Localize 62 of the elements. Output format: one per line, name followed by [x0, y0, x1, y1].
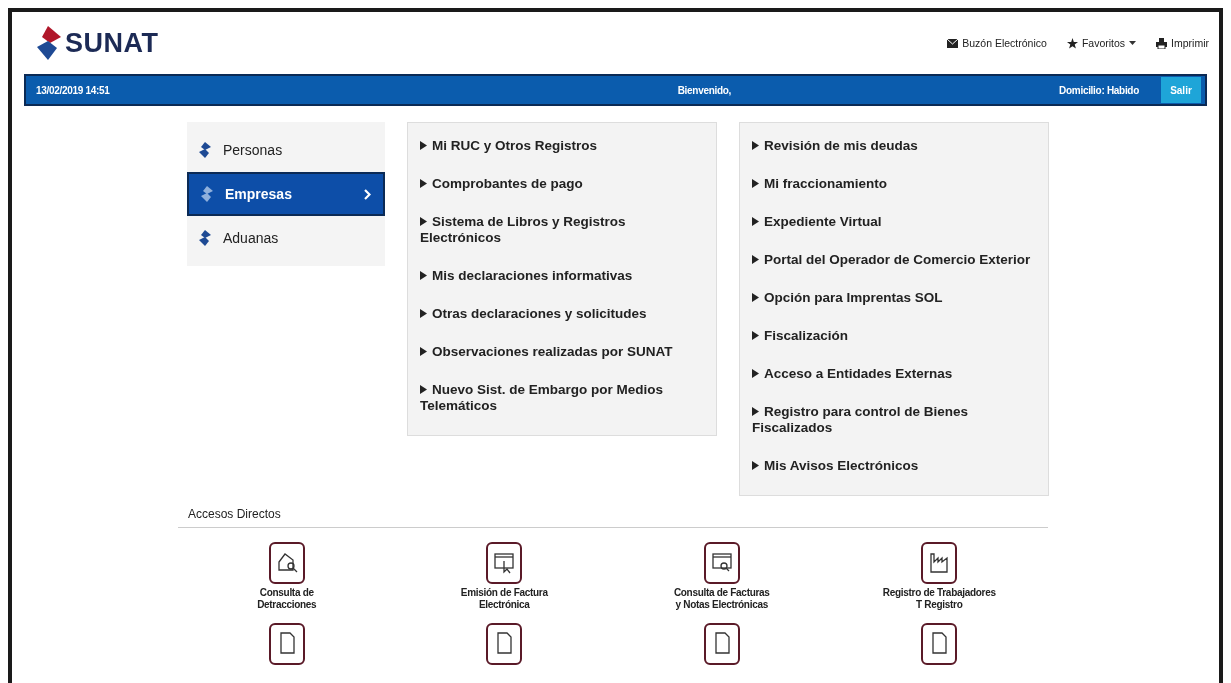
menu-link[interactable]: Otras declaraciones y solicitudes: [420, 299, 704, 337]
section-title: Accesos Directos: [178, 507, 1048, 528]
menu-link[interactable]: Expediente Virtual: [752, 207, 1036, 245]
header-link[interactable]: Buzón Electrónico: [947, 37, 1047, 49]
menu-link[interactable]: Mi RUC y Otros Registros: [420, 131, 704, 169]
triangle-icon: [420, 347, 427, 356]
header-link[interactable]: Favoritos: [1066, 37, 1137, 49]
triangle-icon: [752, 217, 759, 226]
date-time: 13/02/2019 14:51: [36, 84, 110, 96]
menu-link[interactable]: Portal del Operador de Comercio Exterior: [752, 245, 1036, 283]
triangle-icon: [752, 407, 759, 416]
domicilio-status: Domicilio: Habido: [1059, 84, 1139, 96]
triangle-icon: [420, 309, 427, 318]
window-search-icon: [703, 542, 740, 584]
menu-link[interactable]: Sistema de Libros y Registros Electrónicos: [420, 207, 704, 261]
menu-link[interactable]: Fiscalización: [752, 321, 1036, 359]
star-icon: [1066, 37, 1078, 49]
category-item[interactable]: Empresas: [187, 172, 385, 216]
shortcut-link[interactable]: Consulta de Detracciones: [178, 542, 396, 611]
triangle-icon: [752, 293, 759, 302]
factory-icon: [921, 542, 958, 584]
chevron-icon: [364, 188, 371, 200]
shortcut-link[interactable]: Consulta de Facturas y Notas Electrónicas: [613, 542, 831, 611]
menu-link[interactable]: Comprobantes de pago: [420, 169, 704, 207]
triangle-icon: [420, 141, 427, 150]
menu-link[interactable]: Observaciones realizadas por SUNAT: [420, 337, 704, 375]
shortcut-link[interactable]: Emisión de Factura Electrónica: [395, 542, 613, 611]
printer-icon: [1156, 37, 1168, 49]
header-link[interactable]: Imprimir: [1156, 37, 1209, 49]
triangle-icon: [420, 271, 427, 280]
logo-text: SUNAT: [65, 27, 159, 59]
window-cursor-icon: [486, 542, 523, 584]
triangle-icon: [752, 369, 759, 378]
menu-link[interactable]: Registro para control de Bienes Fiscalizados: [752, 397, 1036, 451]
document-icon: [703, 623, 740, 665]
menu-link[interactable]: Acceso a Entidades Externas: [752, 359, 1036, 397]
menu-link[interactable]: Mis declaraciones informativas: [420, 261, 704, 299]
diamond-icon: [199, 230, 211, 246]
category-item[interactable]: Aduanas: [187, 216, 385, 260]
triangle-icon: [752, 461, 759, 470]
triangle-icon: [420, 385, 427, 394]
document-icon: [486, 623, 523, 665]
diamond-icon: [199, 142, 211, 158]
menu-link[interactable]: Opción para Imprentas SOL: [752, 283, 1036, 321]
mail-icon: [947, 38, 959, 48]
shortcut-link[interactable]: Registro de Trabajadores T Registro: [830, 542, 1048, 611]
diamond-icon: [201, 186, 213, 202]
document-icon: [268, 623, 305, 665]
menu-link[interactable]: Nuevo Sist. de Embargo por Medios Telemáticos: [420, 375, 704, 429]
menu-link[interactable]: Revisión de mis deudas: [752, 131, 1036, 169]
house-search-icon: [268, 542, 305, 584]
triangle-icon: [752, 179, 759, 188]
triangle-icon: [752, 331, 759, 340]
menu-link[interactable]: Mis Avisos Electrónicos: [752, 451, 1036, 489]
category-item[interactable]: Personas: [187, 128, 385, 172]
menu-link[interactable]: Mi fraccionamiento: [752, 169, 1036, 207]
triangle-icon: [420, 217, 427, 226]
triangle-icon: [420, 179, 427, 188]
triangle-icon: [752, 255, 759, 264]
welcome-text: Bienvenido,: [676, 84, 732, 96]
document-icon: [921, 623, 958, 665]
triangle-icon: [752, 141, 759, 150]
